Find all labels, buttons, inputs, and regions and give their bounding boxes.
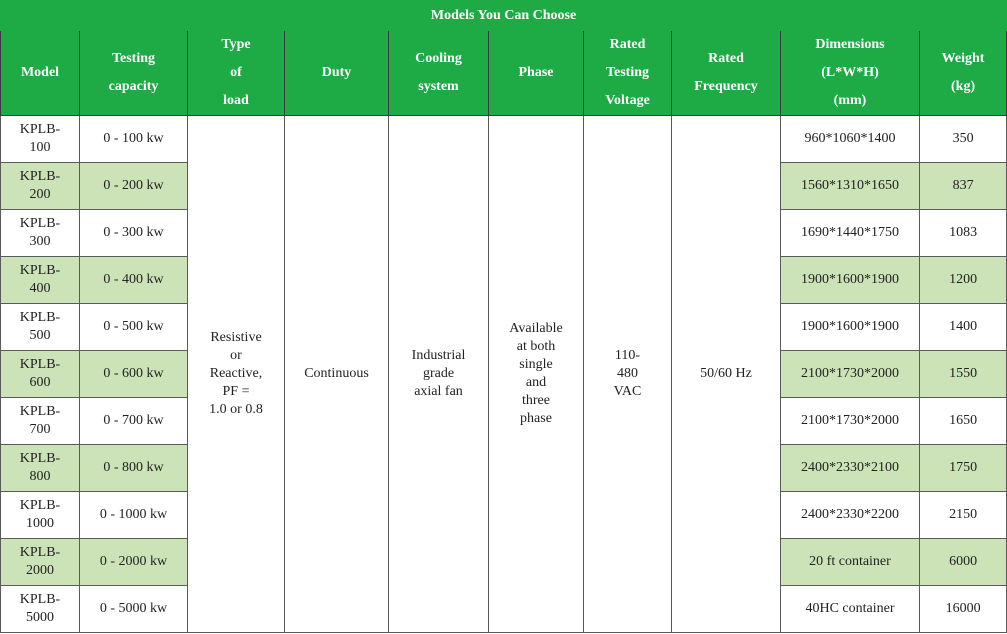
capacity-cell: 0 - 5000 kw: [79, 585, 188, 633]
header-rated-frequency: Rated Frequency: [671, 30, 781, 116]
model-cell: KPLB- 5000: [0, 585, 80, 633]
voltage-cell: 110- 480 VAC: [583, 115, 672, 633]
model-cell: KPLB- 500: [0, 303, 80, 351]
weight-cell: 350: [918, 115, 1007, 163]
cooling-cell: Industrial grade axial fan: [388, 115, 489, 633]
dimensions-cell: 2100*1730*2000: [780, 350, 920, 398]
dimensions-cell: 1690*1440*1750: [780, 209, 920, 257]
header-rated-voltage: Rated Testing Voltage: [583, 30, 672, 116]
dimensions-cell: 2100*1730*2000: [780, 397, 920, 445]
weight-cell: 1083: [918, 209, 1007, 257]
model-cell: KPLB- 400: [0, 256, 80, 304]
dimensions-cell: 1900*1600*1900: [780, 256, 920, 304]
header-type-of-load: Type of load: [187, 30, 285, 116]
load-type-cell: Resistive or Reactive, PF = 1.0 or 0.8: [187, 115, 285, 633]
model-cell: KPLB- 700: [0, 397, 80, 445]
dimensions-cell: 2400*2330*2100: [780, 444, 920, 492]
model-cell: KPLB- 200: [0, 162, 80, 210]
dimensions-cell: 20 ft container: [780, 538, 920, 586]
frequency-cell: 50/60 Hz: [671, 115, 781, 633]
weight-cell: 2150: [918, 491, 1007, 539]
model-cell: KPLB- 100: [0, 115, 80, 163]
capacity-cell: 0 - 800 kw: [79, 444, 188, 492]
capacity-cell: 0 - 300 kw: [79, 209, 188, 257]
header-cooling-system: Cooling system: [388, 30, 489, 116]
model-cell: KPLB- 300: [0, 209, 80, 257]
weight-cell: 1400: [918, 303, 1007, 351]
model-cell: KPLB- 600: [0, 350, 80, 398]
capacity-cell: 0 - 100 kw: [79, 115, 188, 163]
model-cell: KPLB- 2000: [0, 538, 80, 586]
weight-cell: 1750: [918, 444, 1007, 492]
dimensions-cell: 1900*1600*1900: [780, 303, 920, 351]
header-phase: Phase: [488, 30, 584, 116]
header-duty: Duty: [284, 30, 389, 116]
header-model: Model: [0, 30, 80, 116]
header-testing-capacity: Testing capacity: [79, 30, 188, 116]
dimensions-cell: 1560*1310*1650: [780, 162, 920, 210]
header-dimensions: Dimensions (L*W*H) (mm): [780, 30, 920, 116]
weight-cell: 6000: [918, 538, 1007, 586]
capacity-cell: 0 - 500 kw: [79, 303, 188, 351]
dimensions-cell: 40HC container: [780, 585, 920, 633]
weight-cell: 1650: [918, 397, 1007, 445]
weight-cell: 837: [918, 162, 1007, 210]
weight-cell: 1550: [918, 350, 1007, 398]
duty-cell: Continuous: [284, 115, 389, 633]
capacity-cell: 0 - 1000 kw: [79, 491, 188, 539]
weight-cell: 16000: [918, 585, 1007, 633]
model-cell: KPLB- 1000: [0, 491, 80, 539]
capacity-cell: 0 - 400 kw: [79, 256, 188, 304]
phase-cell: Available at both single and three phase: [488, 115, 584, 633]
table-row: KPLB- 100 0 - 100 kw Resistive or Reacti…: [0, 115, 1007, 633]
capacity-cell: 0 - 700 kw: [79, 397, 188, 445]
table-title: Models You Can Choose: [0, 0, 1007, 31]
models-table: Models You Can Choose Model Testing capa…: [0, 0, 1007, 633]
model-cell: KPLB- 800: [0, 444, 80, 492]
capacity-cell: 0 - 600 kw: [79, 350, 188, 398]
capacity-cell: 0 - 200 kw: [79, 162, 188, 210]
dimensions-cell: 960*1060*1400: [780, 115, 920, 163]
dimensions-cell: 2400*2330*2200: [780, 491, 920, 539]
header-weight: Weight (kg): [918, 30, 1007, 116]
weight-cell: 1200: [918, 256, 1007, 304]
capacity-cell: 0 - 2000 kw: [79, 538, 188, 586]
